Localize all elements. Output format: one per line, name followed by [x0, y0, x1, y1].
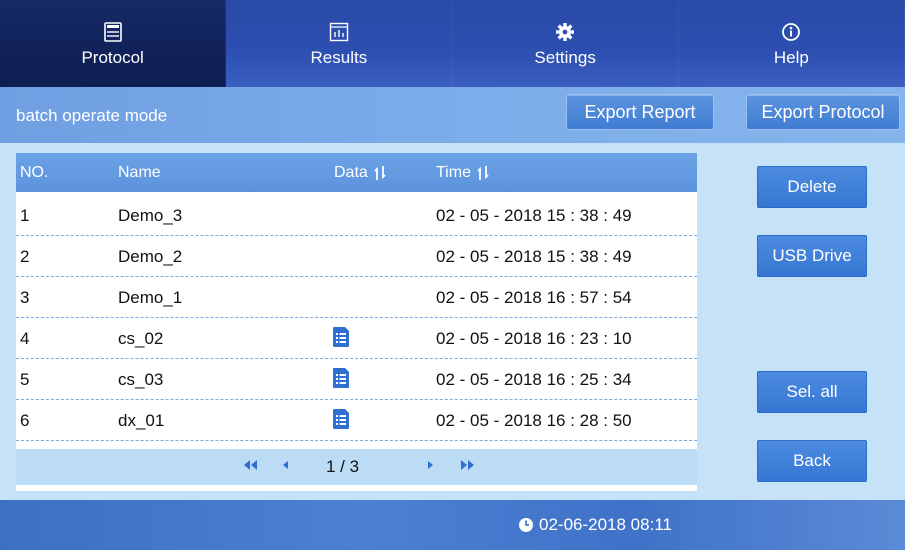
- column-header-data[interactable]: Data: [334, 164, 386, 182]
- data-file-icon[interactable]: [332, 408, 350, 435]
- tab-settings[interactable]: Settings: [452, 0, 679, 87]
- row-name: Demo_2: [118, 247, 183, 266]
- tab-label: Settings: [534, 47, 596, 67]
- row-time: 02 - 05 - 2018 16 : 23 : 10: [436, 329, 632, 348]
- delete-button[interactable]: Delete: [757, 166, 867, 208]
- back-button[interactable]: Back: [757, 440, 867, 482]
- pagination-bar: 1 / 3: [16, 449, 697, 485]
- usb-drive-button[interactable]: USB Drive: [757, 235, 867, 277]
- column-header-time[interactable]: Time: [436, 164, 489, 182]
- table-row[interactable]: 4 cs_02 02 - 05 - 2018 16 : 23 : 10: [16, 318, 697, 359]
- row-no: 5: [20, 370, 30, 389]
- row-name: cs_02: [118, 329, 164, 348]
- tab-protocol[interactable]: Protocol: [0, 0, 227, 87]
- row-no: 1: [20, 206, 30, 225]
- gear-icon: [554, 21, 576, 43]
- sort-icon[interactable]: [477, 165, 489, 181]
- sort-icon[interactable]: [374, 165, 386, 181]
- column-header-time-label: Time: [436, 164, 471, 181]
- row-no: 2: [20, 247, 30, 266]
- info-icon: [780, 21, 802, 43]
- tab-help[interactable]: Help: [678, 0, 905, 87]
- column-header-data-label: Data: [334, 164, 368, 181]
- table-row[interactable]: 3 Demo_1 02 - 05 - 2018 16 : 57 : 54: [16, 277, 697, 318]
- data-file-icon[interactable]: [332, 367, 350, 394]
- tab-label: Help: [773, 47, 809, 67]
- next-page-button[interactable]: [426, 458, 436, 472]
- page-indicator: 1 / 3: [326, 457, 360, 476]
- export-protocol-button[interactable]: Export Protocol: [746, 94, 900, 130]
- protocol-table: NO. Name Data Time 1 Demo_3 02 - 05 - 20…: [16, 153, 697, 491]
- row-time: 02 - 05 - 2018 16 : 57 : 54: [436, 288, 632, 307]
- data-file-icon[interactable]: [332, 326, 350, 353]
- row-name: Demo_1: [118, 288, 183, 307]
- last-page-button[interactable]: [460, 458, 476, 472]
- tab-label: Protocol: [81, 47, 144, 67]
- row-no: 3: [20, 288, 30, 307]
- row-time: 02 - 05 - 2018 16 : 25 : 34: [436, 370, 632, 389]
- clock-icon: [518, 517, 534, 533]
- top-navigation: Protocol Results Settings Help: [0, 0, 905, 87]
- table-row[interactable]: 2 Demo_2 02 - 05 - 2018 15 : 38 : 49: [16, 236, 697, 277]
- table-row[interactable]: 6 dx_01 02 - 05 - 2018 16 : 28 : 50: [16, 400, 697, 441]
- row-name: cs_03: [118, 370, 164, 389]
- datetime-text: 02-06-2018 08:11: [539, 515, 672, 534]
- status-bar: 02-06-2018 08:11: [0, 500, 905, 550]
- tab-results[interactable]: Results: [226, 0, 453, 87]
- select-all-button[interactable]: Sel. all: [757, 371, 867, 413]
- table-row[interactable]: 1 Demo_3 02 - 05 - 2018 15 : 38 : 49: [16, 195, 697, 236]
- row-no: 6: [20, 411, 30, 430]
- table-row[interactable]: 5 cs_03 02 - 05 - 2018 16 : 25 : 34: [16, 359, 697, 400]
- tab-label: Results: [310, 47, 368, 67]
- column-header-no: NO.: [20, 164, 49, 181]
- row-name: dx_01: [118, 411, 165, 430]
- column-header-name: Name: [118, 164, 161, 181]
- sub-header: batch operate mode Export Report Export …: [0, 87, 905, 143]
- mode-label: batch operate mode: [16, 106, 168, 125]
- clock: 02-06-2018 08:11: [518, 515, 672, 535]
- export-report-button[interactable]: Export Report: [566, 94, 714, 130]
- row-time: 02 - 05 - 2018 15 : 38 : 49: [436, 247, 632, 266]
- row-no: 4: [20, 329, 30, 348]
- row-name: Demo_3: [118, 206, 183, 225]
- row-time: 02 - 05 - 2018 16 : 28 : 50: [436, 411, 632, 430]
- table-header: NO. Name Data Time: [16, 153, 697, 192]
- previous-page-button[interactable]: [280, 458, 290, 472]
- protocol-icon: [102, 21, 124, 43]
- first-page-button[interactable]: [242, 458, 258, 472]
- row-time: 02 - 05 - 2018 15 : 38 : 49: [436, 206, 632, 225]
- results-chart-icon: [328, 21, 350, 43]
